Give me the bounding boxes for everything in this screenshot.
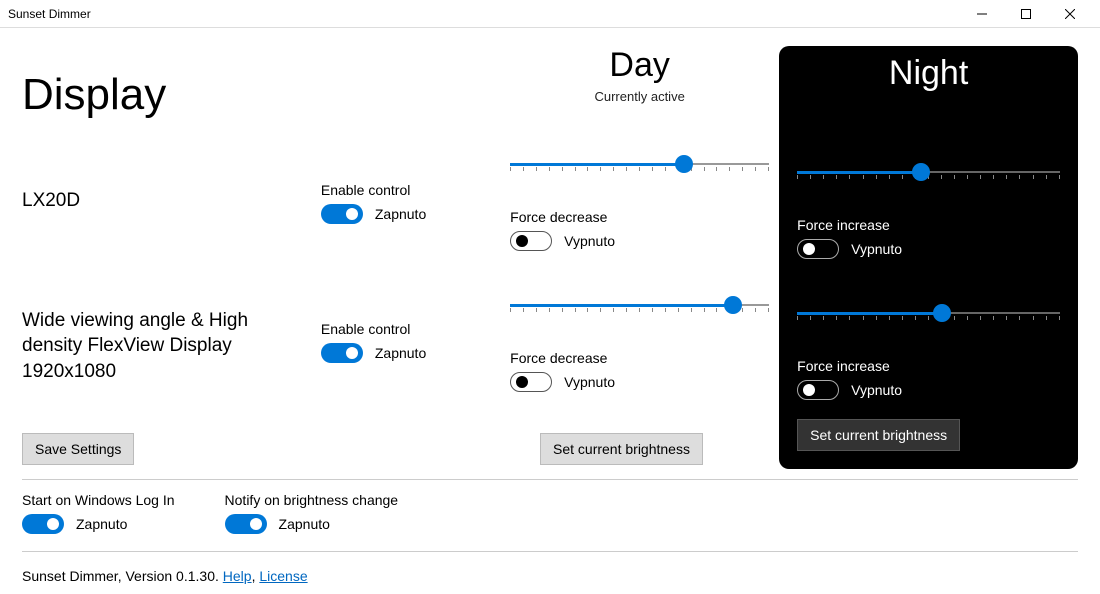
brightness-slider-night[interactable]	[797, 304, 1060, 324]
night-panel: Night Force increase Vypnuto	[779, 46, 1078, 469]
day-title: Day	[510, 46, 769, 85]
toggle-state: Vypnuto	[851, 241, 902, 257]
force-increase-label: Force increase	[797, 217, 1060, 233]
divider	[22, 479, 1078, 480]
toggle-state: Vypnuto	[564, 233, 615, 249]
license-link[interactable]: License	[259, 568, 307, 584]
toggle-state: Vypnuto	[564, 374, 615, 390]
help-link[interactable]: Help	[223, 568, 252, 584]
notify-toggle[interactable]: Zapnuto	[225, 514, 330, 534]
toggle-state: Zapnuto	[76, 516, 127, 532]
toggle-state: Zapnuto	[375, 206, 426, 222]
enable-control-label: Enable control	[321, 321, 510, 337]
start-on-login-label: Start on Windows Log In	[22, 492, 175, 508]
window-controls	[960, 0, 1092, 28]
display-name: LX20D	[22, 188, 302, 214]
close-button[interactable]	[1048, 0, 1092, 28]
brightness-slider-day[interactable]	[510, 155, 769, 175]
enable-control-label: Enable control	[321, 182, 510, 198]
force-increase-toggle[interactable]: Vypnuto	[797, 239, 902, 259]
force-decrease-toggle[interactable]: Vypnuto	[510, 372, 615, 392]
set-current-brightness-day-button[interactable]: Set current brightness	[540, 433, 703, 465]
window-title: Sunset Dimmer	[8, 7, 960, 21]
force-decrease-toggle[interactable]: Vypnuto	[510, 231, 615, 251]
brightness-slider-day[interactable]	[510, 296, 769, 316]
day-subtitle: Currently active	[510, 89, 769, 107]
force-increase-toggle[interactable]: Vypnuto	[797, 380, 902, 400]
toggle-state: Vypnuto	[851, 382, 902, 398]
notify-label: Notify on brightness change	[225, 492, 399, 508]
night-title: Night	[797, 54, 1060, 93]
page-title: Display	[22, 70, 321, 120]
display-name: Wide viewing angle & High density FlexVi…	[22, 308, 302, 385]
titlebar: Sunset Dimmer	[0, 0, 1100, 28]
toggle-state: Zapnuto	[375, 345, 426, 361]
night-subtitle	[797, 97, 1060, 115]
force-decrease-label: Force decrease	[510, 209, 769, 225]
toggle-state: Zapnuto	[279, 516, 330, 532]
save-settings-button[interactable]: Save Settings	[22, 433, 134, 465]
start-on-login-toggle[interactable]: Zapnuto	[22, 514, 127, 534]
force-decrease-label: Force decrease	[510, 350, 769, 366]
version-text: Sunset Dimmer, Version 0.1.30.	[22, 568, 223, 584]
enable-toggle[interactable]: Zapnuto	[321, 204, 426, 224]
divider	[22, 551, 1078, 552]
brightness-slider-night[interactable]	[797, 163, 1060, 183]
maximize-button[interactable]	[1004, 0, 1048, 28]
force-increase-label: Force increase	[797, 358, 1060, 374]
enable-toggle[interactable]: Zapnuto	[321, 343, 426, 363]
version-line: Sunset Dimmer, Version 0.1.30. Help, Lic…	[22, 568, 1078, 584]
minimize-button[interactable]	[960, 0, 1004, 28]
